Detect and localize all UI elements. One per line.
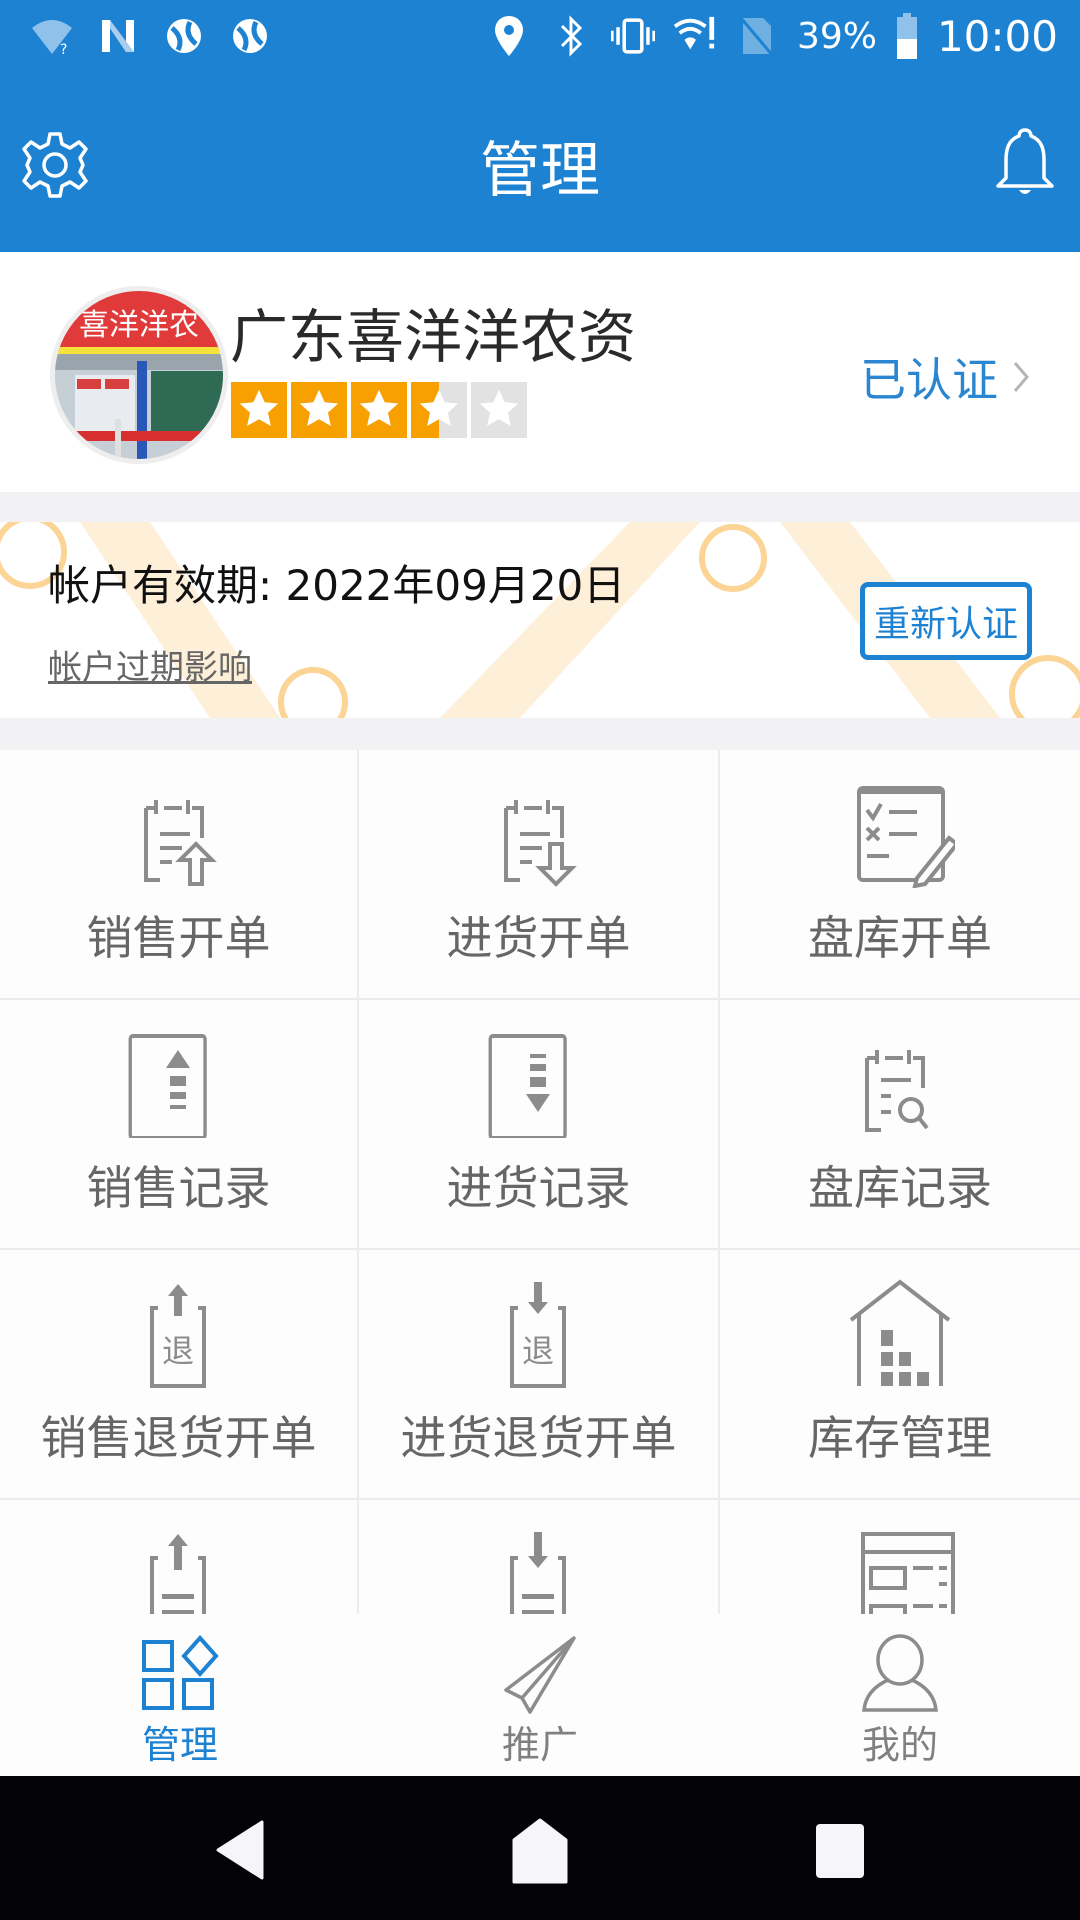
grid-item-stocktake-record[interactable]: 盘库记录 [720, 1000, 1080, 1248]
recents-icon [816, 1824, 864, 1878]
in-clipboard-icon [509, 1532, 566, 1614]
user-icon [862, 1634, 938, 1712]
grid-item-sales-order[interactable]: 销售开单 [0, 750, 359, 998]
back-icon [216, 1820, 264, 1880]
sync-app-icon [228, 14, 272, 58]
out-clipboard-icon [149, 1534, 206, 1614]
recents-button[interactable] [800, 1816, 880, 1886]
grid-item-in-clipboard[interactable] [359, 1500, 720, 1614]
apps-grid-icon [142, 1634, 219, 1710]
grid-item-purchase-return[interactable]: 退 进货退货开单 [359, 1250, 720, 1498]
tab-mine[interactable]: 我的 [720, 1614, 1080, 1776]
status-bar: ? 39% 10:00 [0, 0, 1080, 72]
battery-percent: 39% [796, 15, 877, 57]
rating-stars [231, 382, 527, 438]
verified-label: 已认证 [860, 353, 998, 407]
grid-item-form-layout[interactable] [720, 1500, 1080, 1614]
bluetooth-icon [549, 14, 593, 58]
grid-item-label: 销售记录 [86, 1161, 271, 1215]
grid-item-label: 进货记录 [446, 1161, 631, 1215]
tab-manage[interactable]: 管理 [0, 1614, 360, 1776]
clock: 10:00 [936, 11, 1058, 61]
account-expiry-date: 帐户有效期: 2022年09月20日 [48, 561, 626, 610]
shop-name: 广东喜洋洋农资 [230, 303, 637, 371]
shop-avatar[interactable]: 喜洋洋农 [50, 286, 228, 464]
sync-app-icon [162, 14, 206, 58]
sales-record-icon [128, 1034, 207, 1138]
purchase-order-icon [503, 800, 577, 887]
rating-star [471, 382, 527, 438]
wifi-alert-icon [673, 14, 717, 58]
reauthenticate-button[interactable]: 重新认证 [860, 582, 1032, 660]
grid-item-out-clipboard[interactable] [0, 1500, 359, 1614]
grid-item-label: 销售退货开单 [40, 1411, 317, 1465]
app-bar: 管理 [0, 72, 1080, 252]
notifications-button[interactable] [990, 126, 1060, 202]
bell-icon [996, 128, 1054, 194]
grid-item-label: 进货开单 [446, 911, 631, 965]
battery-icon [895, 13, 919, 59]
stocktake-record-icon [865, 1050, 929, 1132]
system-navigation-bar [0, 1776, 1080, 1920]
grid-item-label: 盘库记录 [808, 1161, 992, 1215]
tab-label: 我的 [861, 1723, 938, 1767]
account-validity-card: 帐户有效期: 2022年09月20日 帐户过期影响 重新认证 [0, 522, 1080, 718]
grid-item-label: 销售开单 [86, 911, 271, 965]
back-button[interactable] [200, 1816, 280, 1886]
page-title: 管理 [480, 136, 600, 206]
svg-text:退: 退 [521, 1332, 553, 1370]
n-logo-icon [96, 14, 140, 58]
form-layout-icon [861, 1532, 955, 1614]
rating-star [411, 382, 467, 438]
avatar-sign-text: 喜洋洋农 [79, 308, 199, 343]
grid-item-stocktake-order[interactable]: 盘库开单 [720, 750, 1080, 998]
account-expiry-impact-link[interactable]: 帐户过期影响 [48, 640, 252, 689]
tab-promote[interactable]: 推广 [360, 1614, 720, 1776]
grid-item-sales-record[interactable]: 销售记录 [0, 1000, 359, 1248]
purchase-return-icon: 退 [509, 1282, 566, 1388]
inventory-icon [849, 1279, 951, 1386]
home-icon [512, 1818, 568, 1884]
function-grid: 销售开单 进货开单 盘库开单 销售记录 进货记录 盘库记录 退 销售退货开单 退… [0, 750, 1080, 1614]
home-button[interactable] [500, 1816, 580, 1886]
grid-item-inventory[interactable]: 库存管理 [720, 1250, 1080, 1498]
no-sim-icon [735, 14, 779, 58]
location-icon [487, 14, 531, 58]
rating-star [351, 382, 407, 438]
verified-status-button[interactable]: 已认证 [860, 344, 1030, 410]
bottom-tab-bar: 管理 推广 我的 [0, 1614, 1080, 1776]
rating-star [231, 382, 287, 438]
purchase-record-icon [488, 1034, 567, 1138]
sales-order-icon [143, 800, 217, 886]
grid-item-purchase-order[interactable]: 进货开单 [359, 750, 720, 998]
shop-profile[interactable]: 喜洋洋农 广东喜洋洋农资 已认证 [0, 252, 1080, 492]
grid-item-sales-return[interactable]: 退 销售退货开单 [0, 1250, 359, 1498]
grid-item-label: 库存管理 [808, 1411, 992, 1465]
wifi-question-icon: ? [30, 14, 74, 58]
tab-label: 管理 [141, 1723, 218, 1767]
grid-item-purchase-record[interactable]: 进货记录 [359, 1000, 720, 1248]
rating-star [291, 382, 347, 438]
paper-plane-icon [504, 1636, 576, 1714]
grid-item-label: 进货退货开单 [400, 1411, 677, 1465]
vibrate-icon [610, 14, 655, 58]
stocktake-order-icon [857, 786, 955, 888]
sales-return-icon: 退 [149, 1284, 206, 1388]
svg-text:退: 退 [161, 1332, 193, 1370]
grid-item-label: 盘库开单 [808, 911, 992, 965]
chevron-right-icon [1013, 362, 1029, 392]
tab-label: 推广 [501, 1723, 578, 1767]
svg-text:?: ? [60, 42, 67, 56]
